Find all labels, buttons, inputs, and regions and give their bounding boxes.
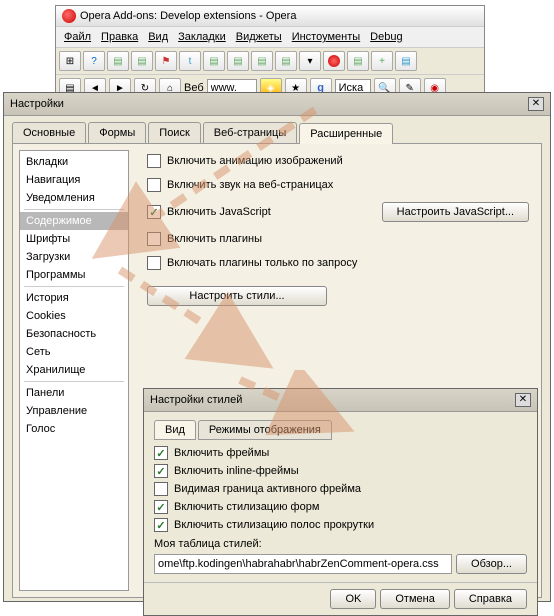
label-frames: Включить фреймы <box>174 447 269 459</box>
opera-titlebar: Opera Add-ons: Develop extensions - Oper… <box>56 6 484 27</box>
help-icon[interactable]: ? <box>83 51 105 71</box>
add-icon[interactable]: + <box>371 51 393 71</box>
tab-webpages[interactable]: Веб-страницы <box>203 122 298 143</box>
settings-sidebar: Вкладки Навигация Уведомления Содержимое… <box>19 150 129 591</box>
tab-display-modes[interactable]: Режимы отображения <box>198 420 332 440</box>
styles-titlebar: Настройки стилей ✕ <box>144 389 537 412</box>
sidebar-item-downloads[interactable]: Загрузки <box>20 248 128 266</box>
sidebar-item-management[interactable]: Управление <box>20 402 128 420</box>
sidebar-item-nav[interactable]: Навигация <box>20 171 128 189</box>
sidebar-item-panels[interactable]: Панели <box>20 384 128 402</box>
opera-toolbar-1: ⊞ ? ▤ ▤ ⚑ t ▤ ▤ ▤ ▤ ▾ ▤ + ▤ <box>56 48 484 75</box>
help-button[interactable]: Справка <box>454 589 527 609</box>
ok-button[interactable]: OK <box>330 589 376 609</box>
doc-icon[interactable]: ▤ <box>347 51 369 71</box>
configure-js-button[interactable]: Настроить JavaScript... <box>382 202 529 222</box>
tab-advanced[interactable]: Расширенные <box>299 123 393 144</box>
doc-icon[interactable]: ▤ <box>395 51 417 71</box>
menu-tools[interactable]: Инстоументы <box>288 29 364 45</box>
styles-dialog: Настройки стилей ✕ Вид Режимы отображени… <box>143 388 538 616</box>
browse-button[interactable]: Обзор... <box>456 554 527 574</box>
checkbox-js[interactable] <box>147 205 161 219</box>
doc-icon[interactable]: ▤ <box>203 51 225 71</box>
sidebar-item-programs[interactable]: Программы <box>20 266 128 284</box>
doc-icon[interactable]: ▤ <box>227 51 249 71</box>
label-style-forms: Включить стилизацию форм <box>174 501 319 513</box>
css-label: Моя таблица стилей: <box>154 538 527 550</box>
checkbox-plugins[interactable] <box>147 232 161 246</box>
window-title: Opera Add-ons: Develop extensions - Oper… <box>80 10 296 22</box>
sidebar-item-content[interactable]: Содержимое <box>20 212 128 230</box>
label-style-scroll: Включить стилизацию полос прокрутки <box>174 519 374 531</box>
sidebar-item-storage[interactable]: Хранилище <box>20 361 128 379</box>
settings-titlebar: Настройки ✕ <box>4 93 550 116</box>
tab-view[interactable]: Вид <box>154 420 196 440</box>
opera-menubar[interactable]: Файл Правка Вид Закладки Виджеты Инстоум… <box>56 27 484 48</box>
checkbox-img-anim[interactable] <box>147 154 161 168</box>
checkbox-frames[interactable] <box>154 446 168 460</box>
menu-view[interactable]: Вид <box>144 29 172 45</box>
sidebar-item-cookies[interactable]: Cookies <box>20 307 128 325</box>
label-active-border: Видимая граница активного фрейма <box>174 483 361 495</box>
styles-body: Вид Режимы отображения Включить фреймы В… <box>144 412 537 582</box>
close-icon[interactable]: ✕ <box>515 393 531 407</box>
css-path-input[interactable] <box>154 554 452 574</box>
cancel-button[interactable]: Отмена <box>380 589 449 609</box>
settings-title-text: Настройки <box>10 98 64 110</box>
tab-basic[interactable]: Основные <box>12 122 86 143</box>
sidebar-item-voice[interactable]: Голос <box>20 420 128 438</box>
sidebar-item-tabs[interactable]: Вкладки <box>20 153 128 171</box>
flag-icon[interactable]: ⚑ <box>155 51 177 71</box>
tool-icon[interactable]: ⊞ <box>59 51 81 71</box>
tab-search[interactable]: Поиск <box>148 122 200 143</box>
label-sound: Включить звук на веб-страницах <box>167 179 333 191</box>
checkbox-sound[interactable] <box>147 178 161 192</box>
checkbox-inline-frames[interactable] <box>154 464 168 478</box>
styles-title-text: Настройки стилей <box>150 394 242 406</box>
checkbox-active-border[interactable] <box>154 482 168 496</box>
checkbox-plugins-ondemand[interactable] <box>147 256 161 270</box>
menu-file[interactable]: Файл <box>60 29 95 45</box>
tab-forms[interactable]: Формы <box>88 122 146 143</box>
checkbox-style-scroll[interactable] <box>154 518 168 532</box>
sidebar-item-notify[interactable]: Уведомления <box>20 189 128 207</box>
doc-icon[interactable]: ▤ <box>251 51 273 71</box>
opera-icon[interactable] <box>323 51 345 71</box>
sidebar-item-security[interactable]: Безопасность <box>20 325 128 343</box>
label-plugins: Включить плагины <box>167 233 262 245</box>
separator <box>24 209 124 210</box>
menu-edit[interactable]: Правка <box>97 29 142 45</box>
label-plugins-ondemand: Включать плагины только по запросу <box>167 257 357 269</box>
sidebar-item-fonts[interactable]: Шрифты <box>20 230 128 248</box>
doc-icon[interactable]: ▤ <box>275 51 297 71</box>
separator <box>24 381 124 382</box>
menu-debug[interactable]: Debug <box>366 29 406 45</box>
menu-widgets[interactable]: Виджеты <box>232 29 286 45</box>
checkbox-style-forms[interactable] <box>154 500 168 514</box>
label-img-anim: Включить анимацию изображений <box>167 155 343 167</box>
styles-tabs: Вид Режимы отображения <box>154 420 527 440</box>
doc-icon[interactable]: ▤ <box>131 51 153 71</box>
dialog-buttons: OK Отмена Справка <box>144 582 537 615</box>
label-inline-frames: Включить inline-фреймы <box>174 465 299 477</box>
doc-icon[interactable]: ▤ <box>107 51 129 71</box>
settings-tabs: Основные Формы Поиск Веб-страницы Расшир… <box>4 116 550 143</box>
opera-icon <box>62 9 76 23</box>
menu-bookmarks[interactable]: Закладки <box>174 29 230 45</box>
opera-browser-window: Opera Add-ons: Develop extensions - Oper… <box>55 5 485 102</box>
separator <box>24 286 124 287</box>
label-js: Включить JavaScript <box>167 206 271 218</box>
tile-icon[interactable]: t <box>179 51 201 71</box>
configure-styles-button[interactable]: Настроить стили... <box>147 286 327 306</box>
close-icon[interactable]: ✕ <box>528 97 544 111</box>
sidebar-item-history[interactable]: История <box>20 289 128 307</box>
sidebar-item-network[interactable]: Сеть <box>20 343 128 361</box>
dropdown-icon[interactable]: ▾ <box>299 51 321 71</box>
